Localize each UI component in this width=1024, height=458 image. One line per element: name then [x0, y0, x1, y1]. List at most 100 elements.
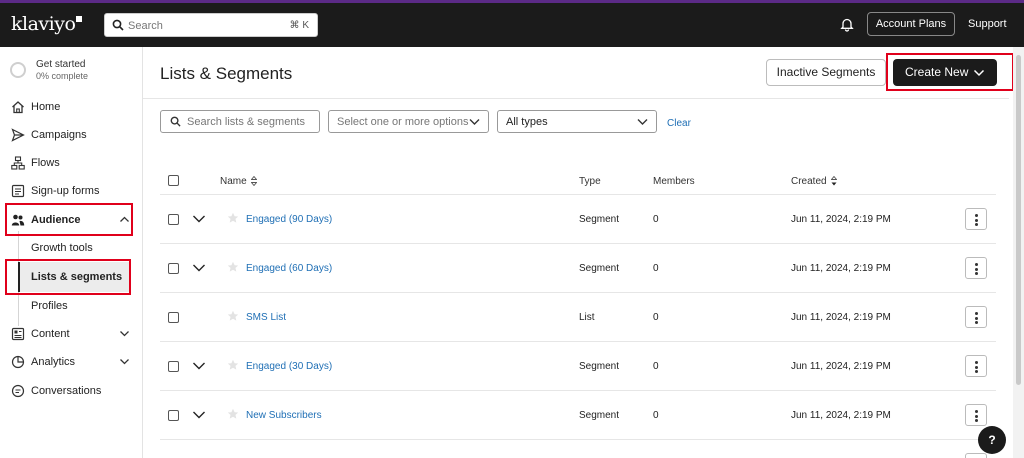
tags-filter-placeholder: Select one or more options [337, 116, 469, 128]
column-header-members: Members [653, 176, 695, 187]
row-members: 0 [653, 410, 659, 421]
create-new-button[interactable]: Create New [893, 59, 997, 86]
row-actions-kebab-icon[interactable] [965, 257, 987, 279]
account-plans-button[interactable]: Account Plans [867, 12, 955, 36]
global-search-input[interactable]: Search ⌘ K [104, 13, 318, 37]
clear-filters-link[interactable]: Clear [667, 118, 691, 129]
chat-icon [11, 384, 25, 398]
sidebar-item-flows[interactable]: Flows [0, 151, 142, 175]
sidebar-item-home[interactable]: Home [0, 95, 142, 119]
sidebar-subitem-profiles[interactable]: Profiles [18, 291, 130, 321]
sidebar-item-analytics[interactable]: Analytics [0, 350, 142, 374]
sidebar-item-campaigns[interactable]: Campaigns [0, 123, 142, 147]
scrollbar-thumb[interactable] [1016, 55, 1021, 385]
row-name-link[interactable]: Engaged (60 Days) [246, 263, 332, 274]
column-header-name[interactable]: Name [220, 176, 257, 187]
row-checkbox[interactable] [168, 214, 179, 225]
row-type: Segment [579, 214, 620, 225]
chevron-down-icon[interactable] [192, 214, 206, 224]
row-checkbox[interactable] [168, 361, 179, 372]
chevron-down-icon [120, 359, 129, 365]
search-shortcut: ⌘ K [289, 20, 309, 31]
row-checkbox[interactable] [168, 410, 179, 421]
sidebar-subitem-growth-tools[interactable]: Growth tools [18, 233, 130, 263]
create-new-label: Create New [905, 65, 969, 79]
audience-icon [11, 214, 25, 226]
tags-filter-select[interactable]: Select one or more options [328, 110, 489, 133]
page-scrollbar[interactable] [1013, 47, 1024, 458]
table-row[interactable]: Engaged (30 Days) Segment 0 Jun 11, 2024… [160, 341, 996, 390]
flow-icon [11, 156, 25, 170]
star-icon[interactable] [227, 212, 239, 224]
column-header-type: Type [579, 176, 601, 187]
chevron-down-icon[interactable] [192, 361, 206, 371]
star-icon[interactable] [227, 261, 239, 273]
table-row[interactable]: New Subscribers Segment 0 Jun 11, 2024, … [160, 390, 996, 439]
row-actions-kebab-icon[interactable] [965, 453, 987, 458]
help-button[interactable]: ? [978, 426, 1006, 454]
support-link[interactable]: Support [968, 18, 1007, 30]
select-all-checkbox[interactable] [168, 175, 179, 186]
form-icon [11, 184, 25, 198]
sidebar-subitem-lists-segments[interactable]: Lists & segments [18, 262, 130, 292]
inactive-segments-button[interactable]: Inactive Segments [766, 59, 886, 86]
chevron-down-icon [469, 119, 480, 125]
row-actions-kebab-icon[interactable] [965, 306, 987, 328]
type-filter-select[interactable]: All types [497, 110, 657, 133]
row-type: Segment [579, 410, 620, 421]
row-name-link[interactable]: SMS List [246, 312, 286, 323]
row-created: Jun 11, 2024, 2:19 PM [791, 312, 891, 323]
header-divider [143, 98, 1009, 99]
chevron-down-icon [637, 119, 648, 125]
table-row[interactable]: Engaged (90 Days) Segment 0 Jun 11, 2024… [160, 194, 996, 243]
sidebar-item-content[interactable]: Content [0, 322, 142, 346]
row-created: Jun 11, 2024, 2:19 PM [791, 263, 891, 274]
chevron-down-icon [973, 69, 985, 77]
table-row[interactable]: SMS List List 0 Jun 11, 2024, 2:19 PM [160, 292, 996, 341]
klaviyo-logo[interactable]: klaviyo [11, 13, 83, 35]
type-filter-value: All types [506, 116, 548, 128]
row-actions-kebab-icon[interactable] [965, 404, 987, 426]
row-type: Segment [579, 263, 620, 274]
row-created: Jun 11, 2024, 2:19 PM [791, 361, 891, 372]
row-checkbox[interactable] [168, 312, 179, 323]
row-members: 0 [653, 263, 659, 274]
sidebar-item-label: Conversations [31, 385, 102, 397]
row-actions-kebab-icon[interactable] [965, 355, 987, 377]
chevron-down-icon[interactable] [192, 263, 206, 273]
sidebar-subitem-label: Lists & segments [31, 271, 123, 283]
sidebar-item-conversations[interactable]: Conversations [0, 379, 142, 403]
row-actions-kebab-icon[interactable] [965, 208, 987, 230]
row-type: List [579, 312, 595, 323]
logo-text: klaviyo [11, 13, 76, 35]
sidebar-item-label: Analytics [31, 356, 76, 368]
progress-ring-icon [10, 62, 26, 78]
sidebar-item-label: Audience [31, 214, 81, 226]
row-members: 0 [653, 361, 659, 372]
column-header-created[interactable]: Created [791, 176, 837, 187]
star-icon[interactable] [227, 408, 239, 420]
table-row[interactable]: Engaged (60 Days) Segment 0 Jun 11, 2024… [160, 243, 996, 292]
row-checkbox[interactable] [168, 263, 179, 274]
list-search-input[interactable]: Search lists & segments [160, 110, 320, 133]
list-search-placeholder: Search lists & segments [187, 116, 305, 128]
row-created: Jun 11, 2024, 2:19 PM [791, 410, 891, 421]
chart-icon [11, 355, 25, 369]
chevron-up-icon [120, 216, 129, 222]
sidebar-item-signup-forms[interactable]: Sign-up forms [0, 179, 142, 203]
notifications-bell-icon[interactable] [840, 17, 854, 32]
star-icon[interactable] [227, 310, 239, 322]
sidebar-item-label: Flows [31, 157, 60, 169]
star-icon[interactable] [227, 359, 239, 371]
row-name-link[interactable]: New Subscribers [246, 410, 322, 421]
sort-desc-icon [830, 176, 837, 186]
get-started-title: Get started [36, 59, 86, 70]
sidebar-item-label: Content [31, 328, 70, 340]
row-created: Jun 11, 2024, 2:19 PM [791, 214, 891, 225]
chevron-down-icon[interactable] [192, 410, 206, 420]
row-name-link[interactable]: Engaged (30 Days) [246, 361, 332, 372]
sidebar-subitem-label: Growth tools [31, 242, 93, 254]
row-name-link[interactable]: Engaged (90 Days) [246, 214, 332, 225]
row-members: 0 [653, 312, 659, 323]
sidebar-item-audience[interactable]: Audience [0, 208, 142, 232]
